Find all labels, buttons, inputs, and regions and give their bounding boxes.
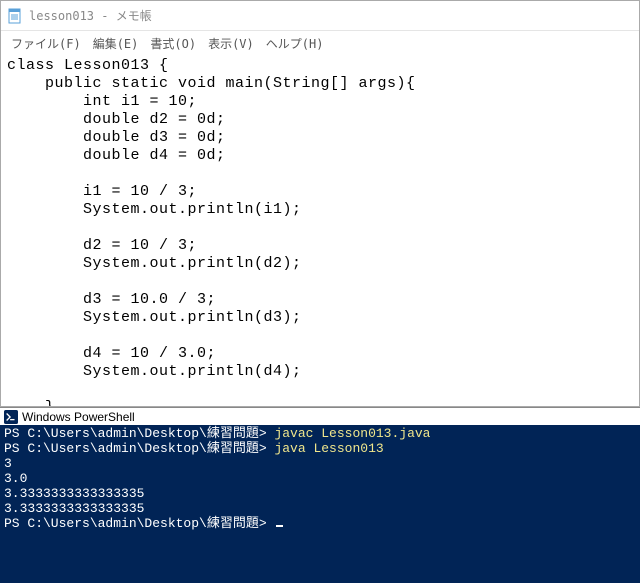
notepad-window: lesson013 - メモ帳 ファイル(F) 編集(E) 書式(O) 表示(V… — [0, 0, 640, 407]
cursor — [276, 525, 283, 527]
notepad-title-text: lesson013 - メモ帳 — [29, 7, 152, 24]
ps-prompt: PS C:\Users\admin\Desktop\練習問題> — [4, 426, 267, 441]
powershell-terminal[interactable]: PS C:\Users\admin\Desktop\練習問題> javac Le… — [0, 425, 640, 534]
ps-output-2: 3.0 — [4, 471, 27, 486]
powershell-window: Windows PowerShell PS C:\Users\admin\Des… — [0, 407, 640, 583]
ps-prompt: PS C:\Users\admin\Desktop\練習問題> — [4, 516, 267, 531]
menu-file[interactable]: ファイル(F) — [11, 35, 81, 52]
ps-output-4: 3.3333333333333335 — [4, 501, 144, 516]
menu-edit[interactable]: 編集(E) — [93, 35, 139, 52]
notepad-icon — [7, 8, 23, 24]
ps-command-1: javac Lesson013.java — [274, 426, 430, 441]
menu-view[interactable]: 表示(V) — [208, 35, 254, 52]
menu-format[interactable]: 書式(O) — [150, 35, 196, 52]
ps-output-1: 3 — [4, 456, 12, 471]
ps-prompt: PS C:\Users\admin\Desktop\練習問題> — [4, 441, 267, 456]
powershell-icon — [4, 410, 18, 424]
powershell-title-text: Windows PowerShell — [22, 410, 135, 424]
notepad-editor[interactable]: class Lesson013 { public static void mai… — [1, 55, 639, 406]
ps-command-2: java Lesson013 — [274, 441, 383, 456]
powershell-titlebar[interactable]: Windows PowerShell — [0, 407, 640, 425]
notepad-titlebar[interactable]: lesson013 - メモ帳 — [1, 1, 639, 31]
menu-help[interactable]: ヘルプ(H) — [266, 35, 324, 52]
notepad-menubar: ファイル(F) 編集(E) 書式(O) 表示(V) ヘルプ(H) — [1, 31, 639, 55]
ps-output-3: 3.3333333333333335 — [4, 486, 144, 501]
